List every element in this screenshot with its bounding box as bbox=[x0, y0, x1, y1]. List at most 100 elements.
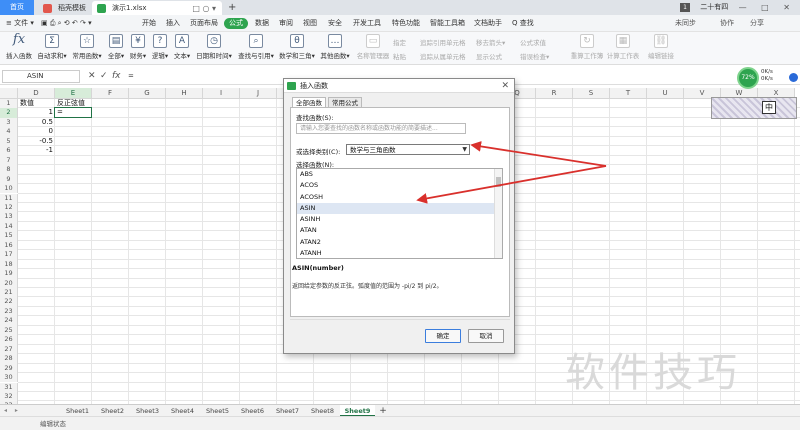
paste-name-button[interactable]: 粘贴 bbox=[393, 51, 406, 61]
text-button[interactable]: A 文本▾ bbox=[172, 34, 192, 60]
column-header-U[interactable]: U bbox=[647, 88, 684, 99]
function-item-atanh[interactable]: ATANH bbox=[297, 248, 502, 258]
user-name[interactable]: 二十有四 bbox=[700, 3, 728, 11]
row-header-8[interactable]: 8 bbox=[0, 165, 18, 175]
row-header-17[interactable]: 17 bbox=[0, 250, 18, 260]
accelerate-button[interactable] bbox=[789, 73, 798, 82]
select-all-corner[interactable] bbox=[0, 88, 18, 99]
menu-features[interactable]: 特色功能 bbox=[392, 18, 420, 29]
cell-D3[interactable]: 0.5 bbox=[20, 118, 53, 127]
autosum-button[interactable]: Σ 自动求和▾ bbox=[36, 34, 68, 60]
column-header-D[interactable]: D bbox=[18, 88, 55, 99]
menu-home[interactable]: 开始 bbox=[142, 18, 156, 29]
search-menu[interactable]: Q 查找 bbox=[512, 18, 534, 29]
cell-D5[interactable]: -0.5 bbox=[20, 137, 53, 146]
logical-button[interactable]: ? 逻辑▾ bbox=[150, 34, 170, 60]
cell-D6[interactable]: -1 bbox=[20, 146, 53, 155]
menu-formulas[interactable]: 公式 bbox=[224, 18, 248, 29]
math-trig-button[interactable]: θ 数学和三角▾ bbox=[278, 34, 316, 60]
row-header-22[interactable]: 22 bbox=[0, 297, 18, 307]
recalc-workbook-button[interactable]: ↻ 重算工作簿 bbox=[570, 34, 604, 60]
row-header-25[interactable]: 25 bbox=[0, 325, 18, 336]
tab-workbook[interactable]: 演示1.xlsx □ ○ ▾ bbox=[92, 1, 222, 15]
row-header-3[interactable]: 3 bbox=[0, 117, 18, 128]
more-functions-button[interactable]: … 其他函数▾ bbox=[318, 34, 352, 60]
menu-developer[interactable]: 开发工具 bbox=[353, 18, 381, 29]
row-header-32[interactable]: 32 bbox=[0, 391, 18, 402]
menu-security[interactable]: 安全 bbox=[328, 18, 342, 29]
name-manager-button[interactable]: ▭ 名称管理器 bbox=[356, 34, 390, 60]
function-item-acosh[interactable]: ACOSH bbox=[297, 192, 502, 203]
scroll-thumb[interactable] bbox=[496, 177, 501, 187]
function-item-atan2[interactable]: ATAN2 bbox=[297, 237, 502, 248]
insert-function-button[interactable]: fx 插入函数 bbox=[4, 33, 34, 60]
all-functions-button[interactable]: ▤ 全部▾ bbox=[106, 34, 126, 60]
row-header-24[interactable]: 24 bbox=[0, 316, 18, 326]
function-list[interactable]: ABS ACOS ACOSH ASIN ASINH ATAN ATAN2 ATANH bbox=[296, 168, 503, 259]
row-header-19[interactable]: 19 bbox=[0, 269, 18, 279]
menu-doc-assistant[interactable]: 文档助手 bbox=[474, 18, 502, 29]
lookup-button[interactable]: ⌕ 查找与引用▾ bbox=[236, 34, 276, 60]
row-header-26[interactable]: 26 bbox=[0, 335, 18, 345]
tab-controls[interactable]: □ ○ ▾ bbox=[192, 1, 216, 16]
row-header-30[interactable]: 30 bbox=[0, 373, 18, 383]
row-header-20[interactable]: 20 bbox=[0, 278, 18, 288]
score-circle[interactable]: 72% bbox=[737, 67, 759, 89]
common-functions-button[interactable]: ☆ 常用函数▾ bbox=[70, 34, 104, 60]
financial-button[interactable]: ¥ 财务▾ bbox=[128, 34, 148, 60]
row-header-6[interactable]: 6 bbox=[0, 146, 18, 156]
notification-badge[interactable]: 1 bbox=[680, 2, 690, 12]
window-controls[interactable]: — □ ✕ bbox=[739, 0, 796, 15]
function-item-acos[interactable]: ACOS bbox=[297, 180, 502, 191]
row-header-1[interactable]: 1 bbox=[0, 99, 18, 109]
row-header-29[interactable]: 29 bbox=[0, 363, 18, 374]
collab-button[interactable]: 协作 bbox=[720, 18, 734, 29]
cell-D4[interactable]: 0 bbox=[20, 127, 53, 136]
trace-dependents-button[interactable]: 追踪从属单元格 bbox=[420, 51, 466, 61]
function-search-input[interactable]: 请输入您要查找的函数名称或函数功能的简要描述... bbox=[296, 123, 466, 134]
column-header-I[interactable]: I bbox=[203, 88, 240, 99]
menu-insert[interactable]: 插入 bbox=[166, 18, 180, 29]
new-tab-button[interactable]: + bbox=[228, 0, 236, 15]
cancel-button[interactable]: 取消 bbox=[468, 329, 504, 343]
category-select[interactable]: 数学与三角函数 ▼ bbox=[346, 144, 470, 155]
menu-page-layout[interactable]: 页面布局 bbox=[190, 18, 218, 29]
row-header-16[interactable]: 16 bbox=[0, 240, 18, 251]
function-item-asinh[interactable]: ASINH bbox=[297, 214, 502, 225]
edit-links-button[interactable]: ⛓ 编辑链接 bbox=[646, 34, 676, 60]
confirm-icon[interactable]: ✓ bbox=[100, 70, 108, 83]
function-item-asin[interactable]: ASIN bbox=[297, 202, 502, 215]
row-header-4[interactable]: 4 bbox=[0, 127, 18, 137]
row-header-21[interactable]: 21 bbox=[0, 288, 18, 298]
menu-smart-tools[interactable]: 智能工具箱 bbox=[430, 18, 465, 29]
fx-button[interactable]: fx bbox=[112, 70, 121, 83]
file-menu[interactable]: ≡ 文件 ▾ bbox=[6, 18, 34, 29]
date-time-button[interactable]: ◷ 日期和时间▾ bbox=[194, 34, 234, 60]
function-item-atan[interactable]: ATAN bbox=[297, 225, 502, 236]
row-header-9[interactable]: 9 bbox=[0, 174, 18, 185]
column-header-G[interactable]: G bbox=[129, 88, 166, 99]
define-name-button[interactable]: 指定 bbox=[393, 37, 406, 47]
row-header-2[interactable]: 2 bbox=[0, 108, 18, 118]
cell-D1[interactable]: 数值 bbox=[20, 99, 53, 108]
close-icon[interactable]: ✕ bbox=[501, 79, 509, 93]
evaluate-formula-button[interactable]: 公式求值 bbox=[520, 37, 546, 47]
row-header-27[interactable]: 27 bbox=[0, 344, 18, 355]
trace-precedents-button[interactable]: 追踪引用单元格 bbox=[420, 37, 466, 47]
row-header-7[interactable]: 7 bbox=[0, 155, 18, 166]
row-header-10[interactable]: 10 bbox=[0, 184, 18, 194]
menu-undo-icons[interactable]: ▣ ⎙ ⌕ ⟲ ↶ ↷ ▾ bbox=[41, 18, 92, 29]
tab-docer[interactable]: 稻壳模板 bbox=[38, 1, 90, 15]
column-header-H[interactable]: H bbox=[166, 88, 203, 99]
row-header-5[interactable]: 5 bbox=[0, 136, 18, 147]
column-header-R[interactable]: R bbox=[536, 88, 573, 99]
name-box[interactable]: ASIN bbox=[2, 70, 80, 83]
menu-review[interactable]: 审阅 bbox=[279, 18, 293, 29]
column-header-T[interactable]: T bbox=[610, 88, 647, 99]
ok-button[interactable]: 确定 bbox=[425, 329, 461, 343]
row-header-13[interactable]: 13 bbox=[0, 212, 18, 222]
column-header-J[interactable]: J bbox=[240, 88, 277, 99]
column-header-E[interactable]: E bbox=[55, 88, 92, 99]
ime-avatar-widget[interactable]: 中 bbox=[711, 97, 797, 119]
menu-view[interactable]: 视图 bbox=[303, 18, 317, 29]
